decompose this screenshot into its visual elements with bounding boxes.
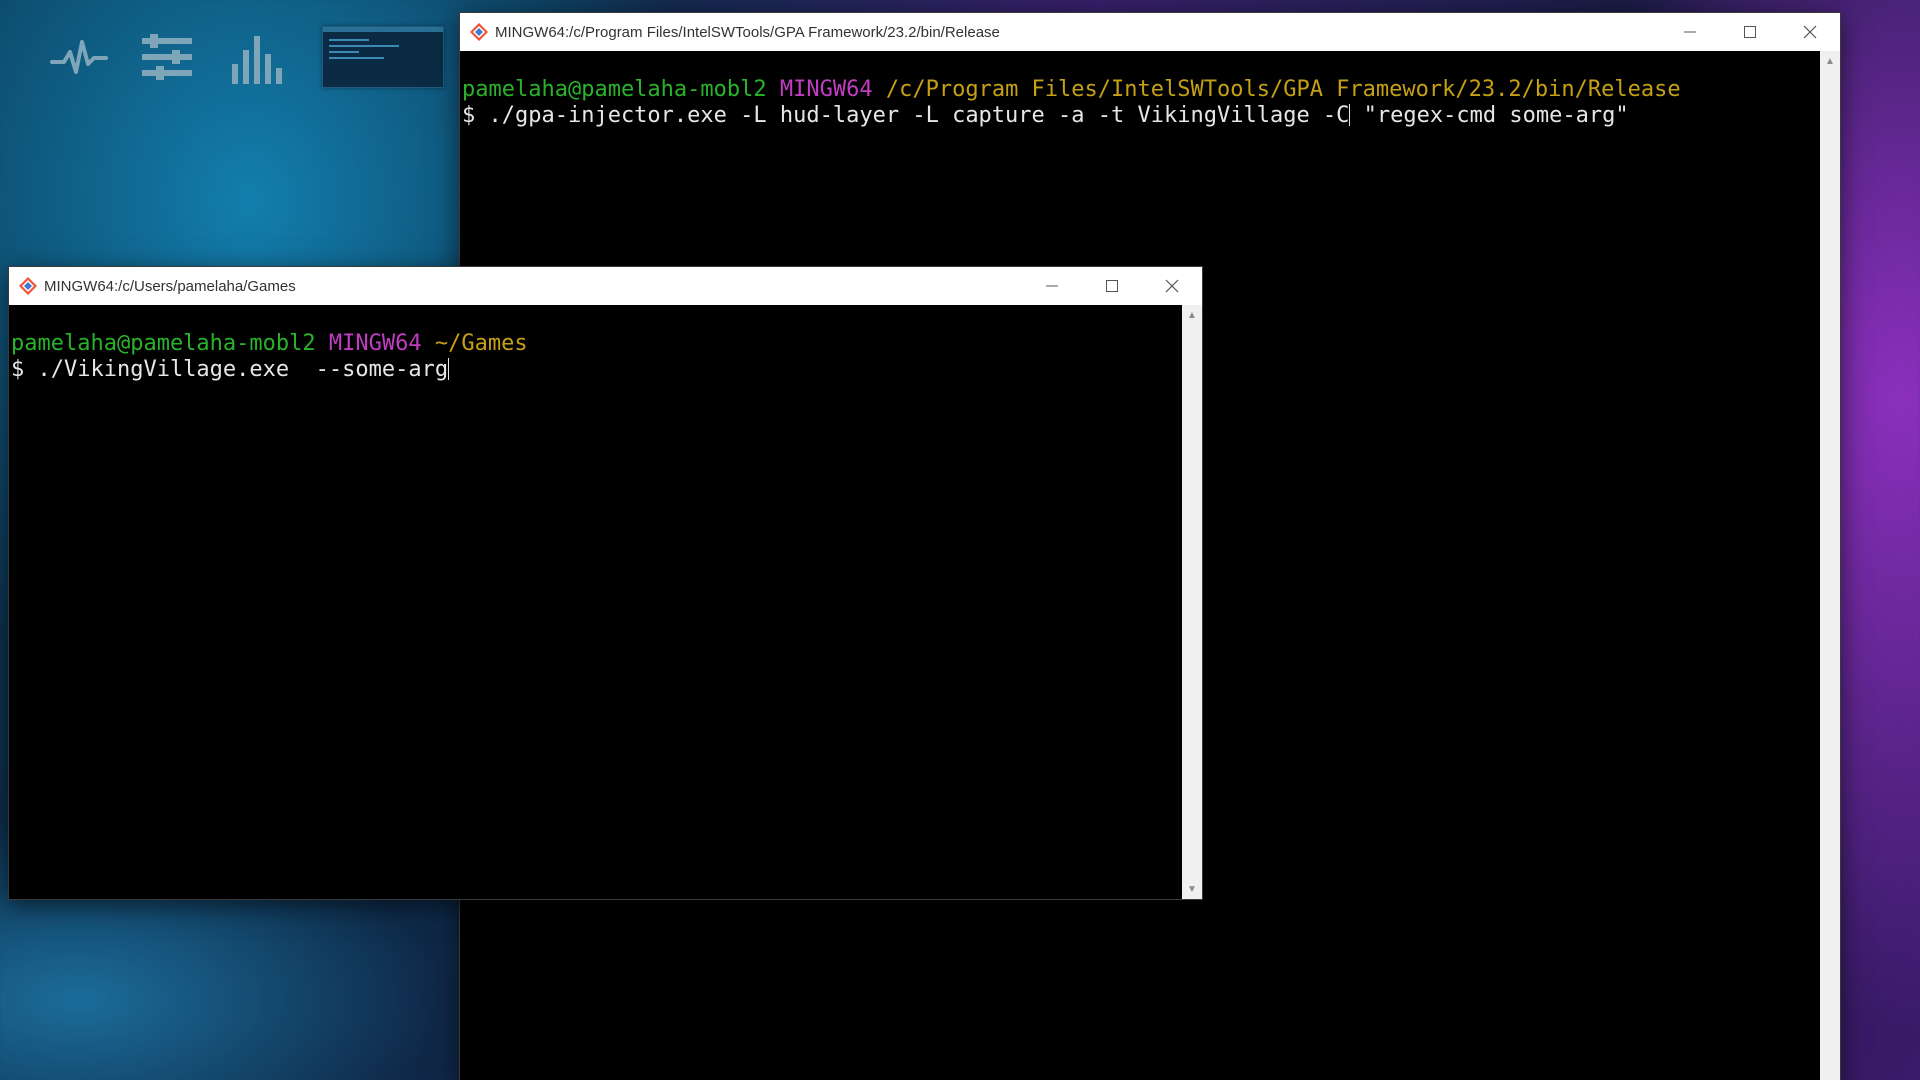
command-args: "regex-cmd some-arg" [1350,103,1629,128]
scroll-down-arrow-icon[interactable]: ▼ [1182,879,1202,899]
close-icon [1803,25,1817,39]
maximize-icon [1744,26,1756,38]
sliders-icon[interactable] [140,34,194,84]
text-cursor [448,358,450,380]
thumbnail-preview-icon [323,27,443,59]
git-bash-icon [19,277,37,295]
titlebar[interactable]: MINGW64:/c/Program Files/IntelSWTools/GP… [460,13,1840,51]
prompt-host: MINGW64 [328,331,422,356]
bar-chart-icon[interactable] [230,34,284,86]
git-bash-icon [470,23,488,41]
maximize-button[interactable] [1720,13,1780,51]
terminal-output[interactable]: pamelaha@pamelaha-mobl2 MINGW64 ~/Games $… [9,305,1182,899]
prompt-line: pamelaha@pamelaha-mobl2 MINGW64 ~/Games [11,331,1180,357]
maximize-icon [1106,280,1118,292]
window-thumbnail[interactable] [322,26,444,88]
scroll-up-arrow-icon[interactable]: ▲ [1820,51,1840,71]
minimize-icon [1046,285,1058,287]
close-icon [1165,279,1179,293]
titlebar[interactable]: MINGW64:/c/Users/pamelaha/Games [9,267,1202,305]
prompt-user: pamelaha@pamelaha-mobl2 [462,77,767,102]
close-button[interactable] [1780,13,1840,51]
scrollbar[interactable]: ▲ ▼ [1820,51,1840,1080]
prompt-host: MINGW64 [779,77,873,102]
scrollbar[interactable]: ▲ ▼ [1182,305,1202,899]
close-button[interactable] [1142,267,1202,305]
command-line: $ ./gpa-injector.exe -L hud-layer -L cap… [462,103,1818,129]
prompt-line: pamelaha@pamelaha-mobl2 MINGW64 /c/Progr… [462,77,1818,103]
scroll-down-arrow-icon[interactable]: ▼ [1820,1073,1840,1080]
window-title: MINGW64:/c/Users/pamelaha/Games [44,277,296,295]
command-line: $ ./VikingVillage.exe --some-arg [11,357,1180,383]
minimize-button[interactable] [1022,267,1082,305]
maximize-button[interactable] [1082,267,1142,305]
window-title: MINGW64:/c/Program Files/IntelSWTools/GP… [495,23,1000,41]
command-text: $ ./VikingVillage.exe --some-arg [11,357,449,382]
scroll-up-arrow-icon[interactable]: ▲ [1182,305,1202,325]
activity-pulse-icon[interactable] [50,34,108,78]
minimize-icon [1684,31,1696,33]
prompt-user: pamelaha@pamelaha-mobl2 [11,331,316,356]
command-text: $ ./gpa-injector.exe -L hud-layer -L cap… [462,103,1350,128]
prompt-path: ~/Games [434,331,528,356]
minimize-button[interactable] [1660,13,1720,51]
prompt-path: /c/Program Files/IntelSWTools/GPA Framew… [885,77,1681,102]
terminal-window-games[interactable]: MINGW64:/c/Users/pamelaha/Games pamelaha… [8,266,1203,900]
